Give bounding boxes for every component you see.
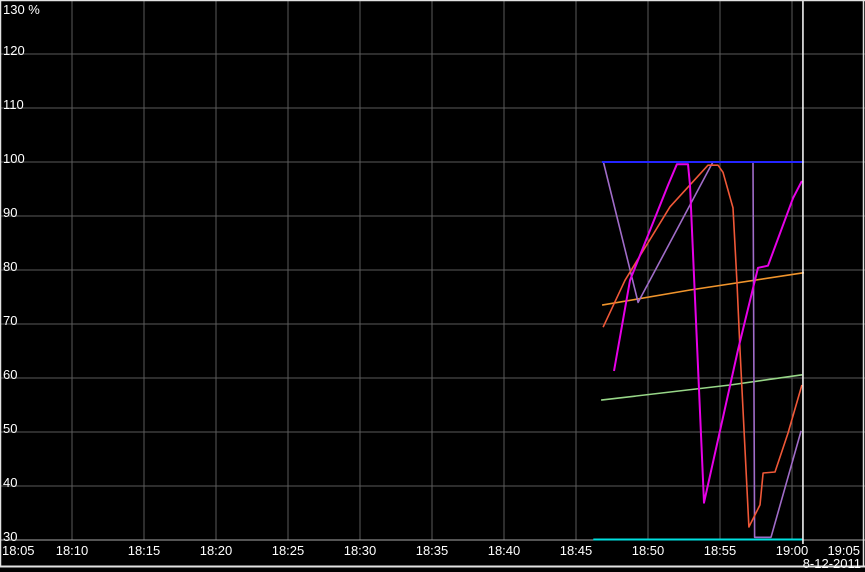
x-tick-label: 18:20 bbox=[200, 543, 233, 558]
x-tick-label: 18:10 bbox=[56, 543, 89, 558]
trend-window: 130 % 120 110 100 90 80 70 60 50 40 3018:05 18:10 18… bbox=[0, 0, 865, 572]
y-tick-label: 30 bbox=[3, 529, 17, 544]
y-tick-label: 100 bbox=[3, 151, 25, 166]
y-tick-label: 90 bbox=[3, 205, 17, 220]
y-tick-label: 120 bbox=[3, 43, 25, 58]
y-tick-label: 130 % bbox=[3, 2, 40, 17]
x-tick-label: 18:55 bbox=[704, 543, 737, 558]
y-tick-label: 40 bbox=[3, 475, 17, 490]
x-tick-label: 18:30 bbox=[344, 543, 377, 558]
x-tick-label: 18:35 bbox=[416, 543, 449, 558]
y-tick-label: 60 bbox=[3, 367, 17, 382]
y-tick-label: 70 bbox=[3, 313, 17, 328]
x-tick-label: 18:25 bbox=[272, 543, 305, 558]
trend-chart: 130 % 120 110 100 90 80 70 60 50 40 3018:05 18:10 18… bbox=[0, 0, 865, 572]
date-label: 8-12-2011 bbox=[803, 556, 861, 571]
x-tick-label: 18:40 bbox=[488, 543, 521, 558]
y-tick-label: 80 bbox=[3, 259, 17, 274]
x-tick-label: 18:05 bbox=[2, 543, 35, 558]
x-tick-label: 18:15 bbox=[128, 543, 161, 558]
y-tick-label: 50 bbox=[3, 421, 17, 436]
x-tick-label: 18:45 bbox=[560, 543, 593, 558]
x-tick-label: 18:50 bbox=[632, 543, 665, 558]
y-tick-label: 110 bbox=[3, 97, 24, 112]
